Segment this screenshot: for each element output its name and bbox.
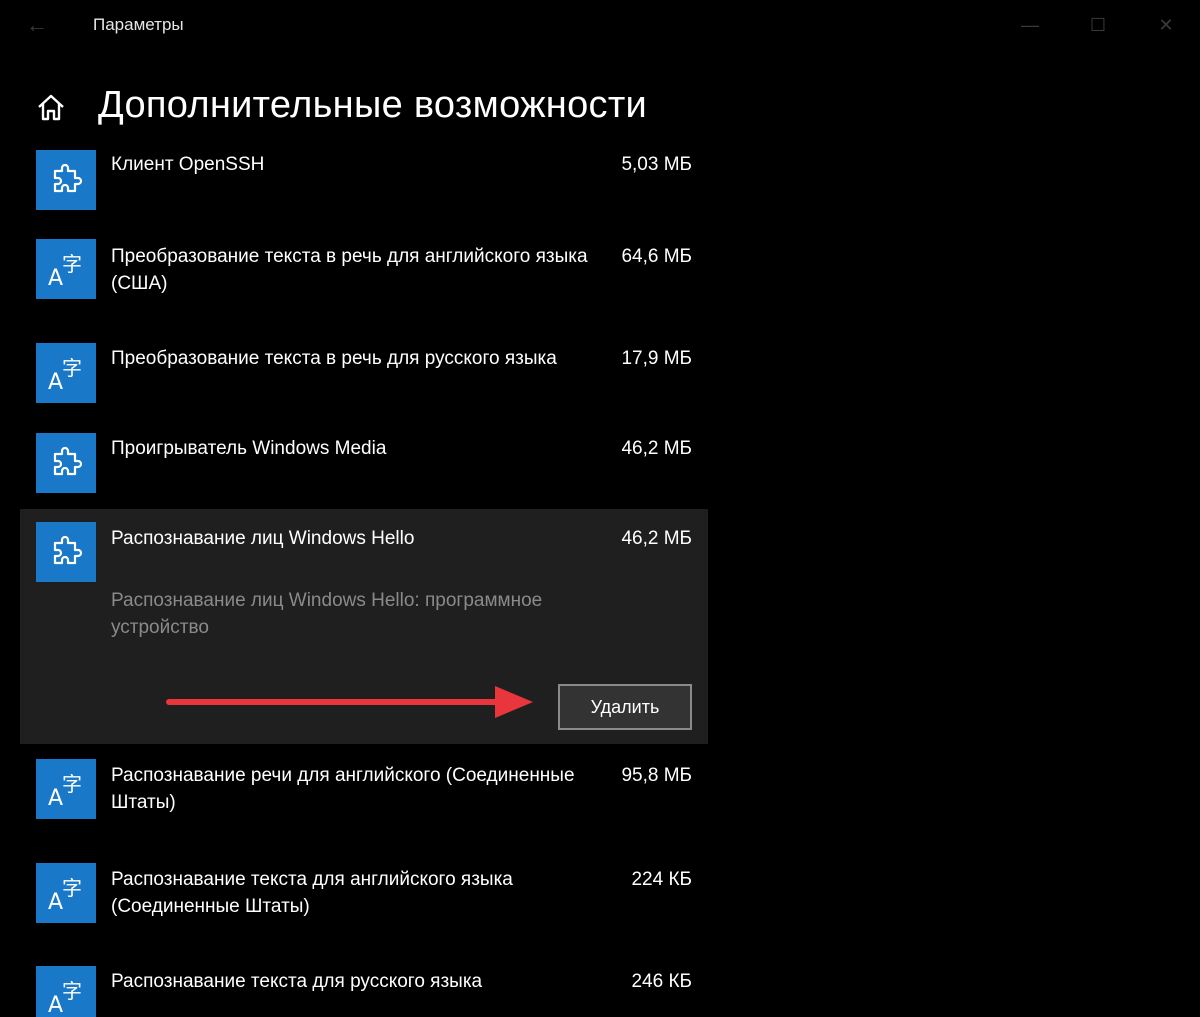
svg-text:字: 字 [62, 979, 82, 1003]
language-icon: A字 [36, 759, 96, 819]
feature-item[interactable]: A字 Распознавание текста для английского … [20, 861, 708, 931]
feature-item[interactable]: Клиент OpenSSH 5,03 МБ [20, 148, 708, 218]
feature-size: 17,9 МБ [621, 348, 692, 369]
feature-name: Распознавание речи для английского (Соед… [111, 765, 575, 813]
language-icon: A字 [36, 239, 96, 299]
feature-size: 46,2 МБ [621, 528, 692, 549]
annotation-arrow [166, 686, 533, 718]
puzzle-icon [36, 522, 96, 582]
feature-item[interactable]: A字 Преобразование текста в речь для русс… [20, 341, 708, 411]
svg-text:字: 字 [62, 356, 82, 380]
feature-size: 246 КБ [631, 971, 692, 992]
svg-text:字: 字 [62, 772, 82, 796]
feature-item[interactable]: A字 Распознавание речи для английского (С… [20, 757, 708, 827]
svg-text:A: A [48, 266, 63, 289]
feature-description: Распознавание лиц Windows Hello: програм… [111, 590, 543, 638]
feature-name: Клиент OpenSSH [111, 154, 265, 175]
feature-item[interactable]: A字 Преобразование текста в речь для англ… [20, 237, 708, 307]
feature-list: Клиент OpenSSH 5,03 МБ A字 Преобразование… [0, 0, 1200, 1017]
puzzle-icon [36, 433, 96, 493]
feature-size: 95,8 МБ [621, 765, 692, 786]
feature-name: Распознавание текста для русского языка [111, 971, 483, 992]
feature-size: 5,03 МБ [621, 154, 692, 175]
puzzle-icon [36, 150, 96, 210]
svg-text:A: A [48, 786, 63, 809]
language-icon: A字 [36, 863, 96, 923]
svg-text:字: 字 [62, 876, 82, 900]
language-icon: A字 [36, 966, 96, 1017]
feature-item[interactable]: Проигрыватель Windows Media 46,2 МБ [20, 431, 708, 501]
feature-size: 46,2 МБ [621, 438, 692, 459]
feature-name: Распознавание текста для английского язы… [111, 869, 513, 917]
language-icon: A字 [36, 343, 96, 403]
svg-text:A: A [48, 370, 63, 393]
feature-size: 64,6 МБ [621, 246, 692, 267]
svg-text:A: A [48, 993, 63, 1016]
feature-size: 224 КБ [631, 869, 692, 890]
feature-name: Преобразование текста в речь для русског… [111, 348, 557, 369]
svg-text:字: 字 [62, 252, 82, 276]
feature-name: Преобразование текста в речь для английс… [111, 246, 588, 294]
feature-name: Распознавание лиц Windows Hello [111, 528, 415, 549]
uninstall-button[interactable]: Удалить [558, 684, 692, 730]
feature-item[interactable]: A字 Распознавание текста для русского язы… [20, 964, 708, 1017]
svg-text:A: A [48, 890, 63, 913]
feature-name: Проигрыватель Windows Media [111, 438, 387, 459]
